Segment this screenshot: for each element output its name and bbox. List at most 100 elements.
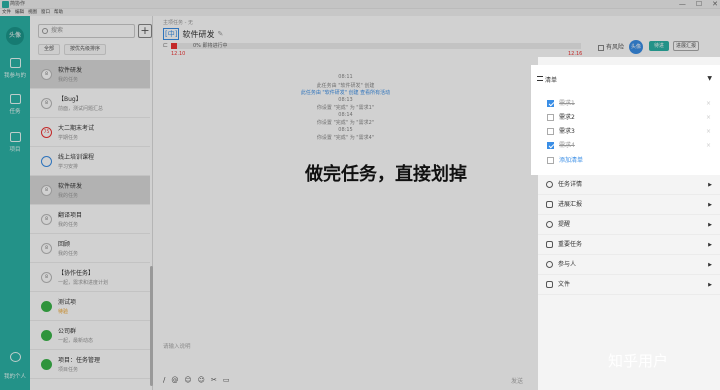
section-important[interactable]: 重要任务 ▶ <box>538 235 720 255</box>
feed-line: 你设置 "完成" 为 "需求4" <box>316 135 375 141</box>
nav-bottom-label[interactable]: 我的个人 <box>0 372 30 380</box>
sticker-icon[interactable]: ☺ <box>198 376 205 384</box>
info-icon <box>546 181 553 188</box>
nav-item-tasks[interactable]: 任务 <box>0 94 30 115</box>
delete-icon[interactable]: × <box>706 140 711 152</box>
slash-icon[interactable]: / <box>163 376 165 384</box>
menu-window[interactable]: 窗口 <box>41 9 50 16</box>
feed-line: 此任务由 "软件研发" 创建 <box>316 82 375 89</box>
nav-label: 我参与的 <box>3 73 26 79</box>
checkbox[interactable] <box>547 114 554 121</box>
maximize-icon[interactable]: ☐ <box>696 0 702 9</box>
send-button[interactable]: 发送 <box>511 376 523 385</box>
task-title: 翻译项目 <box>58 212 83 219</box>
list-item[interactable]: 8 回顾 我的任务 <box>30 234 150 263</box>
window-controls: — ☐ ✕ <box>679 0 718 9</box>
close-icon[interactable]: ✕ <box>712 0 718 9</box>
nav-label: 项目 <box>9 147 21 153</box>
assignee-avatar[interactable]: 头像 <box>629 40 643 54</box>
list-item[interactable]: 项目：任务管理 项目任务 <box>30 350 150 379</box>
minimize-icon[interactable]: — <box>679 0 686 9</box>
checkbox[interactable] <box>547 142 554 149</box>
task-title: 软件研发 <box>58 183 83 190</box>
user-icon <box>9 352 21 362</box>
progress-bar[interactable]: ⊏ 0% 即将进行中 12.10 12.16 <box>163 42 583 63</box>
watermark: 知乎用户 <box>608 352 669 370</box>
title-bar: 简协作 — ☐ ✕ <box>0 0 720 9</box>
flag-icon: ⊏ <box>163 42 169 49</box>
status-dot-icon: 8 <box>41 214 52 225</box>
list-item[interactable]: 8 软件研发 我的任务 <box>30 60 150 89</box>
progress-text: 0% 即将进行中 <box>193 43 228 49</box>
feed-line: 你设置 "完成" 为 "需求2" <box>316 120 375 126</box>
nav-item-participated[interactable]: 我参与的 <box>0 58 30 79</box>
progress-report-button[interactable]: 进展汇报 <box>673 41 699 51</box>
list-item[interactable]: 公司群 一起，最新动态 <box>30 321 150 350</box>
task-list-panel: 搜索 + 全部 按优先级排序 8 软件研发 我的任务 8 【Bug】 前面，测试问题汇总 7… <box>30 16 153 390</box>
checklist-item[interactable]: 需求3 × <box>547 126 717 138</box>
section-files[interactable]: 文件 ▶ <box>538 275 720 295</box>
list-item[interactable]: 75 大二期末考试 学期任务 <box>30 118 150 147</box>
task-subtitle: 我的任务 <box>58 222 79 228</box>
status-dot-icon <box>41 301 52 312</box>
checklist-item[interactable]: 需求1 × <box>547 98 717 110</box>
edit-icon[interactable]: ✎ <box>217 30 223 38</box>
person-icon <box>546 261 553 268</box>
delete-icon[interactable]: × <box>706 98 711 110</box>
section-task-details[interactable]: 任务详情 ▶ <box>538 175 720 195</box>
search-input[interactable]: 搜索 <box>38 24 135 38</box>
delete-icon[interactable]: × <box>706 112 711 124</box>
emoji-icon[interactable]: ☺ <box>184 376 191 384</box>
scissors-icon[interactable]: ✂ <box>211 376 217 384</box>
menu-file[interactable]: 文件 <box>2 9 11 16</box>
section-progress-report[interactable]: 进展汇报 ▶ <box>538 195 720 215</box>
menu-edit[interactable]: 编辑 <box>15 9 24 16</box>
add-checklist-button[interactable]: 添加清单 <box>547 155 717 167</box>
nav-item-projects[interactable]: 项目 <box>0 132 30 153</box>
mention-icon[interactable]: @ <box>171 376 178 384</box>
task-title: 【协作任务】 <box>58 270 95 277</box>
checklist-item-label: 需求2 <box>559 114 575 121</box>
star-icon <box>546 241 553 248</box>
report-icon <box>546 201 553 208</box>
risk-checkbox[interactable]: 有风险 <box>598 42 624 51</box>
filter-all-chip[interactable]: 全部 <box>38 44 61 55</box>
chevron-right-icon: ▶ <box>708 262 712 268</box>
menu-help[interactable]: 帮助 <box>54 9 63 16</box>
sort-priority-chip[interactable]: 按优先级排序 <box>64 44 107 55</box>
menu-view[interactable]: 视图 <box>28 9 37 16</box>
checklist-title: 清单 <box>545 77 558 84</box>
section-participants[interactable]: 参与人 ▶ <box>538 255 720 275</box>
checkbox[interactable] <box>547 100 554 107</box>
task-subtitle: 我的任务 <box>58 193 79 199</box>
feed-line[interactable]: 此任务由 "软件研发" 创建 查看所有活动 <box>153 89 538 96</box>
title-row: [中] 软件研发 ✎ <box>163 28 223 40</box>
status-badge[interactable]: 待进 <box>649 41 669 51</box>
list-item[interactable]: 线上培训课程 学习安排 <box>30 147 150 176</box>
add-task-button[interactable]: + <box>138 24 152 38</box>
list-item[interactable]: 测试项 待验 <box>30 292 150 321</box>
nav-item-profile[interactable] <box>0 352 30 365</box>
section-reminder[interactable]: 提醒 ▶ <box>538 215 720 235</box>
search-placeholder: 搜索 <box>51 27 64 34</box>
checkbox[interactable] <box>547 128 554 135</box>
folder-icon[interactable]: ▭ <box>223 376 230 384</box>
comment-input[interactable]: 请输入说明 <box>163 342 191 350</box>
checklist-item[interactable]: 需求4 × <box>547 140 717 152</box>
list-icon <box>537 76 543 81</box>
risk-box <box>598 44 604 51</box>
page-title[interactable]: 软件研发 <box>182 29 214 40</box>
status-dot-icon: 8 <box>41 272 52 283</box>
avatar[interactable]: 头像 <box>6 27 24 45</box>
chevron-down-icon[interactable]: ▼ <box>707 75 712 82</box>
list-item[interactable]: 8 软件研发 我的任务 <box>30 176 150 205</box>
task-title: 软件研发 <box>58 67 83 74</box>
checklist-item[interactable]: 需求2 × <box>547 112 717 124</box>
checklist-card: 清单 ▼ 需求1 × 需求2 × 需求3 × 需求4 × 添加清单 <box>531 65 720 175</box>
priority-badge[interactable]: [中] <box>163 28 180 40</box>
list-item[interactable]: 8 【Bug】 前面，测试问题汇总 <box>30 89 150 118</box>
comment-toolbar: / @ ☺ ☺ ✂ ▭ <box>163 376 229 384</box>
list-item[interactable]: 8 翻译项目我的任务 <box>30 205 150 234</box>
delete-icon[interactable]: × <box>706 126 711 138</box>
list-item[interactable]: 8 【协作任务】 一起，需求和进度计划 <box>30 263 150 292</box>
